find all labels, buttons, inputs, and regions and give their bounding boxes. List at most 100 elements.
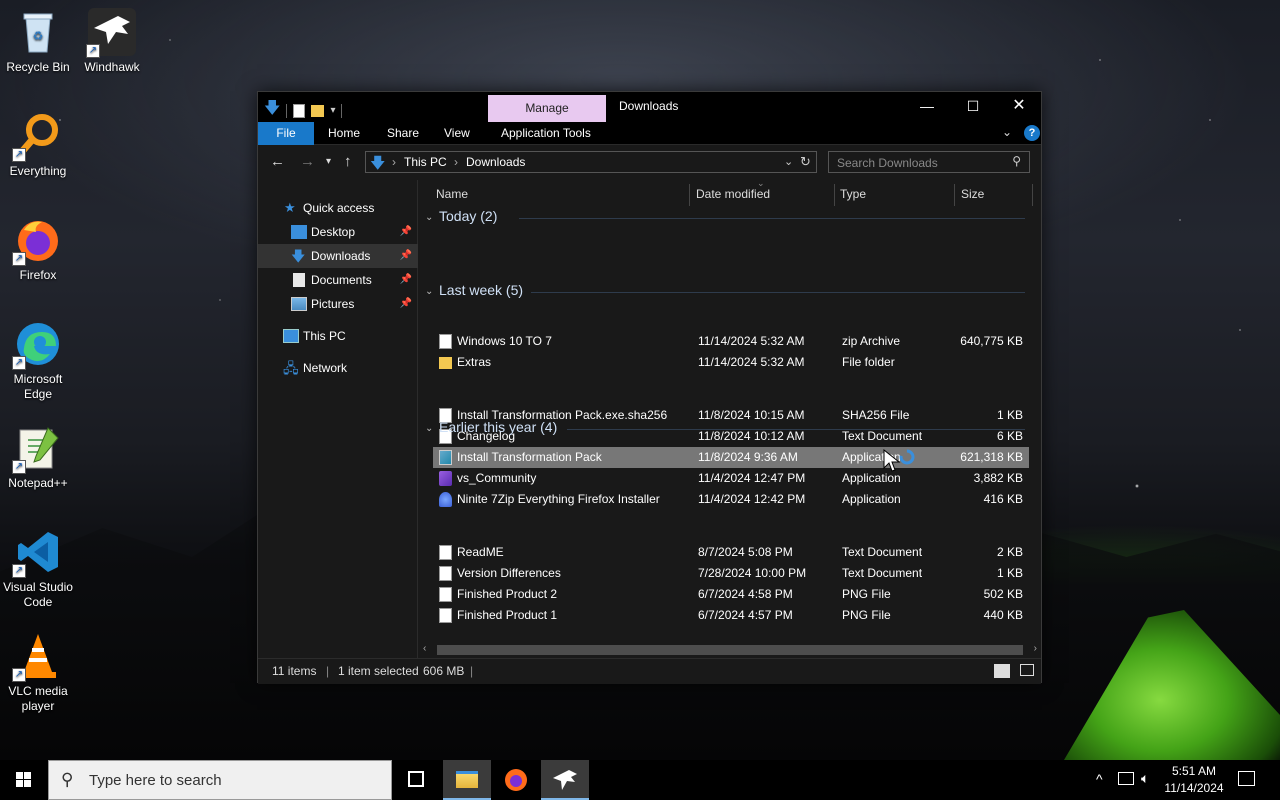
help-icon[interactable]: ? [1024,125,1040,141]
customize-toolbar-icon[interactable]: ▾ [330,105,335,116]
scrollbar-thumb[interactable] [437,645,1023,655]
desktop-icon-notepadpp[interactable]: ↗ Notepad++ [0,424,76,491]
ribbon-expand-chevron-icon[interactable]: ⌄ [1002,125,1012,139]
shortcut-arrow-icon: ↗ [12,148,26,162]
address-dropdown-chevron-icon[interactable]: ⌄ [784,155,793,168]
tab-application-tools[interactable]: Application Tools [487,122,605,145]
separator [341,103,343,118]
table-row[interactable]: Finished Product 1 6/7/2024 4:57 PM PNG … [433,605,1029,626]
tab-share[interactable]: Share [373,122,433,145]
nav-quick-access[interactable]: ★ Quick access [258,196,418,220]
tab-home[interactable]: Home [314,122,374,145]
back-arrow-icon[interactable]: ← [270,153,285,170]
table-row[interactable]: Windows 10 TO 7 11/14/2024 5:32 AM zip A… [433,331,1029,352]
column-separator[interactable] [1032,184,1033,206]
desktop-icon-windhawk[interactable]: ↗ Windhawk [74,8,150,75]
table-row[interactable]: Extras 11/14/2024 5:32 AM File folder [433,352,1029,373]
nav-item-pictures[interactable]: Pictures 📌 [258,292,418,316]
up-arrow-icon[interactable]: ↑ [344,153,352,170]
status-item-count: 11 items [272,664,317,678]
desktop-icon-firefox[interactable]: ↗ Firefox [0,216,76,283]
vlc-cone-icon: ↗ [12,632,62,682]
windows-logo-icon [16,772,31,787]
nav-network[interactable]: 🖧 Network [258,356,418,380]
column-separator[interactable] [834,184,835,206]
shortcut-arrow-icon: ↗ [12,668,26,682]
tab-view[interactable]: View [430,122,484,145]
nav-item-desktop[interactable]: Desktop 📌 [258,220,418,244]
taskbar-windhawk[interactable] [541,760,589,800]
taskbar-search-input[interactable]: Type here to search [89,772,222,789]
nav-item-downloads[interactable]: 🡇 Downloads 📌 [258,244,418,268]
search-box[interactable]: Search Downloads ⚲ [828,151,1030,173]
manage-tab[interactable]: Manage [488,95,606,122]
group-header-earlier-this-year[interactable]: Earlier this year (4) [439,419,557,435]
table-row[interactable]: vs_Community 11/4/2024 12:47 PM Applicat… [433,468,1029,489]
table-row[interactable]: Ninite 7Zip Everything Firefox Installer… [433,489,1029,510]
table-row[interactable]: Version Differences 7/28/2024 10:00 PM T… [433,563,1029,584]
notification-center-icon[interactable] [1238,771,1255,786]
system-clock[interactable]: 5:51 AM 11/14/2024 [1160,763,1228,797]
pin-icon[interactable]: 📌 [400,268,412,292]
close-button[interactable]: ✕ [996,92,1042,122]
forward-arrow-icon[interactable]: → [300,153,315,170]
pin-icon[interactable]: 📌 [400,220,412,244]
details-view-icon[interactable] [994,664,1010,678]
horizontal-scrollbar[interactable]: ‹ › [419,642,1041,658]
shortcut-arrow-icon: ↗ [12,564,26,578]
taskbar-file-explorer[interactable] [443,760,491,800]
desktop-icon-vlc[interactable]: ↗ VLC media player [0,632,76,714]
desktop-icon-microsoft-edge[interactable]: ↗ Microsoft Edge [0,320,76,402]
computer-icon [283,329,299,343]
notepadpp-icon: ↗ [12,424,62,474]
group-header-today[interactable]: Today (2) [439,208,497,224]
recent-locations-chevron-icon[interactable]: ▾ [326,156,331,167]
new-folder-icon[interactable] [311,104,325,117]
minimize-button[interactable]: — [904,92,950,122]
scroll-left-chevron-icon[interactable]: ‹ [423,643,426,654]
show-hidden-icons-chevron-icon[interactable]: ^ [1096,771,1103,787]
shortcut-arrow-icon: ↗ [12,356,26,370]
desktop-icon-vscode[interactable]: ↗ Visual Studio Code [0,528,76,610]
taskbar-search-box[interactable]: ⚲ Type here to search [48,760,392,800]
group-header-last-week[interactable]: Last week (5) [439,282,523,298]
properties-icon[interactable] [293,103,306,118]
breadcrumb-this-pc[interactable]: This PC [404,155,447,169]
status-separator: | [470,664,474,678]
scroll-right-chevron-icon[interactable]: › [1034,643,1037,654]
volume-muted-icon[interactable]: 🔈︎ [1141,770,1149,787]
file-type: Text Document [842,566,923,580]
table-row[interactable]: ReadME 8/7/2024 5:08 PM Text Document 2 … [433,542,1029,563]
column-separator[interactable] [689,184,690,206]
group-collapse-chevron-icon[interactable]: ⌄ [425,286,433,297]
column-separator[interactable] [954,184,955,206]
large-icons-view-icon[interactable] [1020,664,1034,676]
table-row[interactable]: Finished Product 2 6/7/2024 4:58 PM PNG … [433,584,1029,605]
address-bar[interactable]: 🡇 › This PC › Downloads ⌄ ↻ [365,151,817,173]
group-collapse-chevron-icon[interactable]: ⌄ [425,212,433,223]
windhawk-icon: ↗ [86,8,136,58]
column-header-name[interactable]: Name [436,180,468,208]
start-button[interactable] [0,760,48,800]
tab-file[interactable]: File [258,122,314,145]
task-view-button[interactable] [392,760,440,800]
documents-folder-icon [293,273,305,287]
pin-icon[interactable]: 📌 [400,292,412,316]
file-date: 6/7/2024 4:58 PM [698,587,793,601]
network-status-icon[interactable] [1118,772,1134,785]
nav-this-pc[interactable]: This PC [258,324,418,348]
column-header-size[interactable]: Size [961,180,984,208]
vscode-icon: ↗ [12,528,62,578]
column-header-type[interactable]: Type [840,180,866,208]
breadcrumb-downloads[interactable]: Downloads [466,155,525,169]
group-collapse-chevron-icon[interactable]: ⌄ [425,423,433,434]
search-input[interactable]: Search Downloads [837,156,938,170]
maximize-button[interactable]: ☐ [950,92,996,122]
desktop-icon-recycle-bin[interactable]: ♻ Recycle Bin [0,8,76,75]
desktop-icon-everything[interactable]: ↗ Everything [0,112,76,179]
pin-icon[interactable]: 📌 [400,244,412,268]
taskbar-firefox[interactable] [492,760,540,800]
nav-item-documents[interactable]: Documents 📌 [258,268,418,292]
table-row-selected[interactable]: Install Transformation Pack 11/8/2024 9:… [433,447,1029,468]
refresh-icon[interactable]: ↻ [800,154,811,170]
